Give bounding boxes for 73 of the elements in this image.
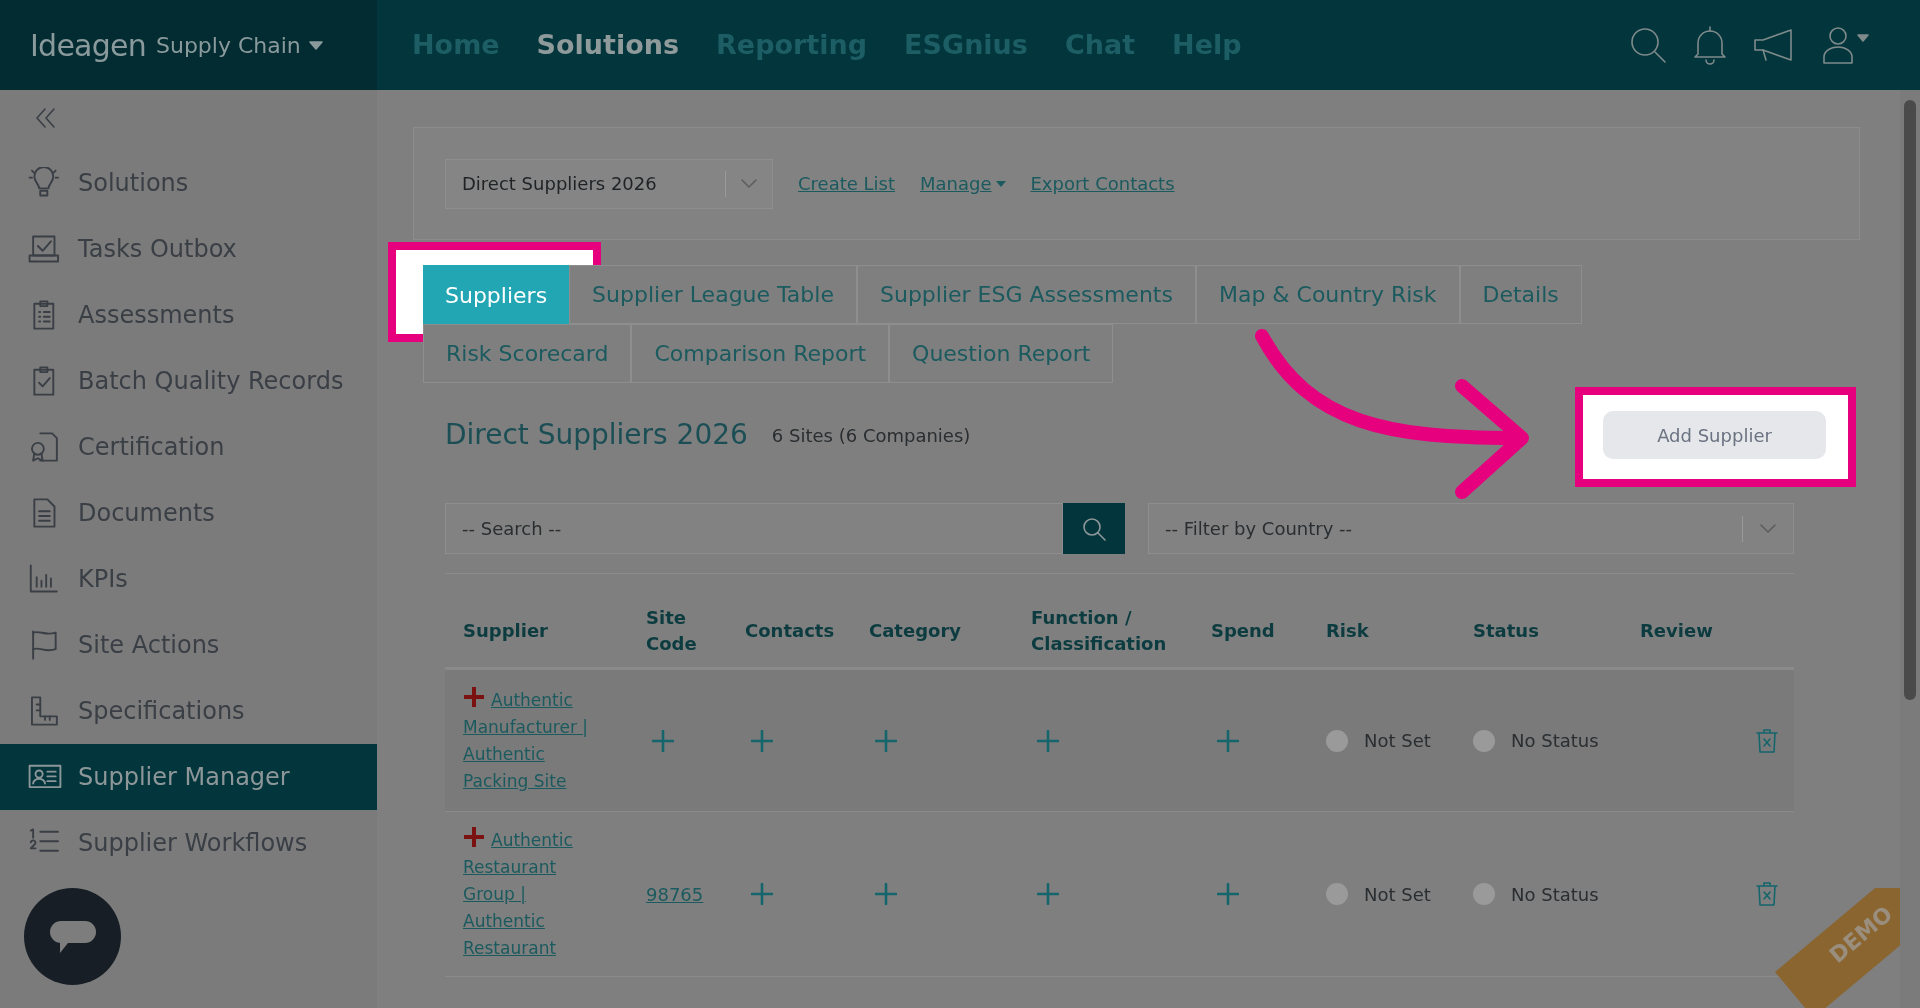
collapse-icon[interactable] xyxy=(34,106,58,130)
chevron-down-icon xyxy=(1759,522,1777,535)
toolbar-link[interactable]: Manage xyxy=(920,170,1006,197)
tab[interactable]: Supplier ESG Assessments xyxy=(856,265,1196,324)
trash-icon[interactable] xyxy=(1756,727,1778,754)
sidebar-item[interactable]: KPIs xyxy=(0,546,377,612)
tab[interactable]: Risk Scorecard xyxy=(423,324,632,383)
country-filter[interactable]: -- Filter by Country -- xyxy=(1148,503,1794,554)
status-label: No Status xyxy=(1511,729,1599,753)
toolbar-link[interactable]: Export Contacts xyxy=(1030,170,1175,197)
product-switcher[interactable]: Supply Chain xyxy=(156,28,323,62)
laptop-check-icon xyxy=(28,233,62,265)
add-icon[interactable] xyxy=(751,883,773,905)
risk-label: Not Set xyxy=(1364,729,1431,753)
chevron-down-icon xyxy=(740,177,758,190)
search-button[interactable] xyxy=(1063,503,1125,554)
column-header: Risk xyxy=(1325,618,1370,643)
expand-icon[interactable] xyxy=(463,686,485,708)
caret-icon xyxy=(995,180,1006,187)
add-icon[interactable] xyxy=(1037,883,1059,905)
scrollbar[interactable] xyxy=(1900,90,1920,1008)
column-header: Site Code xyxy=(645,605,698,656)
supplier-link[interactable]: Authentic Manufacturer | Authentic Packing Site xyxy=(463,686,613,795)
sidebar-item[interactable]: Specifications xyxy=(0,678,377,744)
column-header: Spend xyxy=(1210,618,1276,643)
tab[interactable]: Details xyxy=(1459,265,1582,324)
add-icon[interactable] xyxy=(1217,729,1239,752)
bell-icon[interactable] xyxy=(1692,25,1728,65)
sidebar-item[interactable]: Supplier Manager xyxy=(0,744,377,810)
add-icon[interactable] xyxy=(875,883,897,905)
site-count: 6 Sites (6 Companies) xyxy=(771,423,971,448)
sidebar-item[interactable]: Site Actions xyxy=(0,612,377,678)
sidebar-item[interactable]: Assessments xyxy=(0,282,377,348)
add-icon[interactable] xyxy=(1217,883,1239,905)
sidebar-item[interactable]: Tasks Outbox xyxy=(0,216,377,282)
search-field[interactable]: -- Search -- xyxy=(445,503,1063,554)
column-header: Function / Classification xyxy=(1030,605,1168,656)
status-label: No Status xyxy=(1511,882,1599,907)
tab[interactable]: Map & Country Risk xyxy=(1195,265,1460,324)
caret-icon xyxy=(308,40,323,50)
list-title: Direct Suppliers 2026 xyxy=(445,417,748,453)
nav-link[interactable]: Solutions xyxy=(536,24,680,66)
risk-label: Not Set xyxy=(1364,882,1431,907)
add-icon[interactable] xyxy=(875,729,897,752)
list-dropdown[interactable]: Direct Suppliers 2026 xyxy=(445,158,773,209)
tab[interactable]: Supplier League Table xyxy=(569,265,857,324)
sidebar-item[interactable]: Documents xyxy=(0,480,377,546)
expand-icon[interactable] xyxy=(463,826,485,848)
add-icon[interactable] xyxy=(652,729,674,752)
add-supplier-button[interactable]: Add Supplier xyxy=(1603,411,1826,459)
tab[interactable]: Suppliers xyxy=(423,265,570,325)
logo[interactable]: Ideagen xyxy=(30,22,146,68)
column-header: Review xyxy=(1639,618,1714,643)
trash-icon[interactable] xyxy=(1756,881,1778,907)
tab[interactable]: Question Report xyxy=(889,324,1114,383)
tab[interactable]: Comparison Report xyxy=(631,324,890,383)
sidebar-item[interactable]: Batch Quality Records xyxy=(0,348,377,414)
user-menu-icon[interactable] xyxy=(1820,25,1870,65)
search-icon xyxy=(1081,515,1107,542)
supplier-link[interactable]: Authentic Restaurant Group | Authentic Restaurant xyxy=(463,826,613,962)
column-header: Status xyxy=(1472,618,1540,643)
search-icon[interactable] xyxy=(1628,25,1668,65)
sidebar-item[interactable]: Supplier Workflows xyxy=(0,810,377,876)
lightbulb-icon xyxy=(28,167,62,199)
sidebar-item[interactable]: Certification xyxy=(0,414,377,480)
column-header: Supplier xyxy=(462,618,549,643)
sidebar-item[interactable]: Solutions xyxy=(0,150,377,216)
column-header: Contacts xyxy=(744,618,836,643)
column-header: Category xyxy=(868,618,963,643)
site-code-link[interactable]: 98765 xyxy=(646,883,704,905)
add-icon[interactable] xyxy=(1037,729,1059,752)
add-icon[interactable] xyxy=(751,729,773,752)
toolbar-link[interactable]: Create List xyxy=(798,170,895,197)
